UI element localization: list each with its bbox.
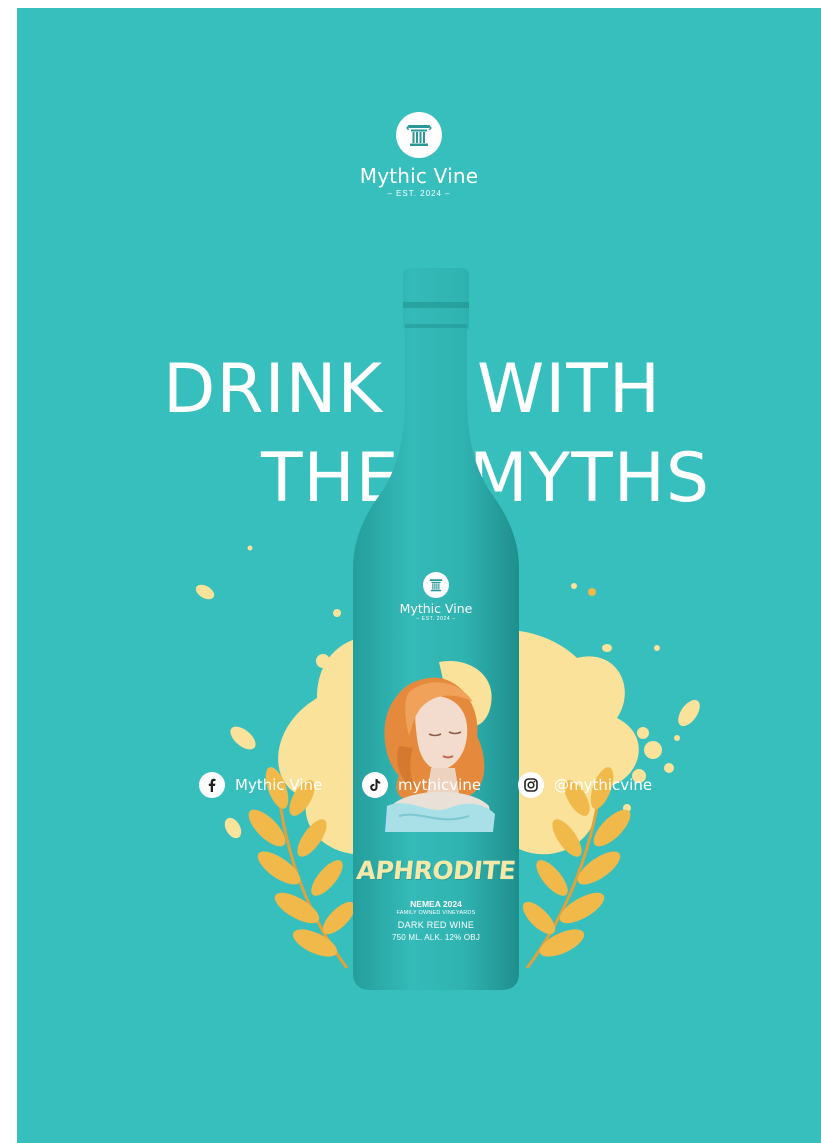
wine-poster: Mythic Vine – EST. 2024 – DRINK WITH THE… [17,8,821,1143]
wine-region: NEMEA 2024 [410,899,462,909]
tiktok-icon [362,772,388,798]
aphrodite-portrait [384,660,495,832]
instagram-handle: @mythicvine [554,776,653,794]
social-facebook[interactable]: Mythic Vine [199,772,322,798]
wine-title: APHRODITE [355,856,517,885]
wine-family-note: FAMILY OWNED VINEYARDS [396,910,476,916]
bottle-brand-name: Mythic Vine [399,601,473,616]
wine-volume: 750 ML. ALK. 12% OBJ [391,933,481,942]
bottle-label-brand: Mythic Vine – EST. 2024 – [351,572,521,622]
wine-type: DARK RED WINE [397,920,475,930]
wine-details: NEMEA 2024 FAMILY OWNED VINEYARDS DARK R… [351,899,521,942]
social-instagram[interactable]: @mythicvine [518,772,652,798]
social-tiktok[interactable]: mythicvine [362,772,481,798]
social-links: Mythic Vine mythicvine @mythicvine [17,772,821,802]
column-icon [423,572,449,598]
facebook-handle: Mythic Vine [235,776,323,794]
facebook-icon [199,772,225,798]
instagram-icon [518,772,544,798]
tiktok-handle: mythicvine [398,776,482,794]
bottle-brand-established: – EST. 2024 – [416,616,456,622]
